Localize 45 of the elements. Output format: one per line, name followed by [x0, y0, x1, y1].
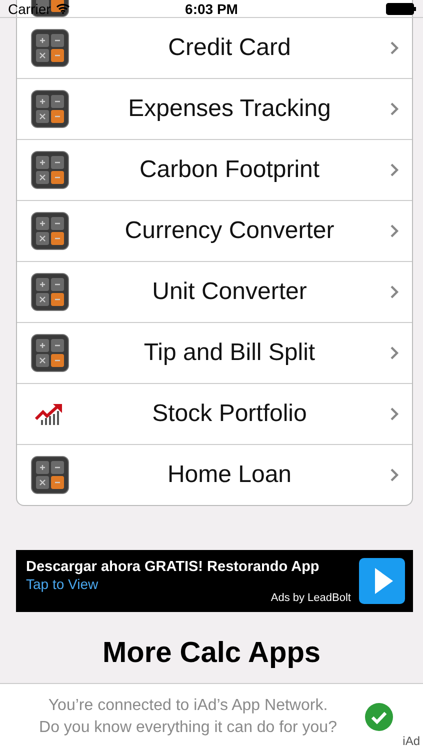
chevron-icon	[390, 41, 399, 55]
calculator-icon	[31, 273, 69, 311]
list-row[interactable]: Unit Converter	[17, 261, 412, 322]
row-label: Carbon Footprint	[138, 156, 321, 184]
list-row[interactable]: Tip and Bill Split	[17, 322, 412, 383]
status-time: 6:03 PM	[185, 0, 238, 16]
chevron-icon	[390, 468, 399, 482]
row-label: Expenses Tracking	[127, 95, 332, 123]
section-heading: More Calc Apps	[101, 637, 322, 670]
list-row[interactable]: Carbon Footprint	[17, 139, 412, 200]
calculator-icon	[31, 151, 69, 189]
row-label: Currency Converter	[124, 217, 336, 245]
check-icon	[364, 702, 394, 732]
chevron-icon	[390, 346, 399, 360]
chevron-icon	[390, 224, 399, 238]
chevron-icon	[390, 407, 399, 421]
calculator-icon	[31, 90, 69, 128]
play-icon[interactable]	[359, 558, 405, 604]
row-label: Tip and Bill Split	[142, 339, 316, 367]
wifi-icon	[56, 3, 70, 14]
list-row[interactable]: Currency Converter	[17, 200, 412, 261]
row-label: Unit Converter	[151, 278, 308, 306]
iad-banner[interactable]: You’re connected to iAd’s App Network. Do you know everything it can do for you? iAd	[0, 683, 423, 750]
row-label: Home Loan	[166, 461, 293, 489]
list-row[interactable]: Expenses Tracking	[17, 78, 412, 139]
row-label: Credit Card	[167, 34, 292, 62]
rising-chart-icon	[35, 402, 65, 426]
calculator-icon	[31, 456, 69, 494]
row-label: Stock Portfolio	[151, 400, 308, 428]
chevron-icon	[390, 102, 399, 116]
calculator-icon	[31, 334, 69, 372]
chevron-icon	[390, 285, 399, 299]
ad-banner[interactable]: Descargar ahora GRATIS! Restorando App Tap to View Ads by LeadBolt	[16, 550, 413, 612]
ad-credit: Ads by LeadBolt	[270, 592, 351, 604]
battery-icon	[386, 2, 416, 14]
calculator-icon	[31, 29, 69, 67]
list-row[interactable]: Home Loan	[17, 444, 412, 505]
iad-message: You’re connected to iAd’s App Network. Do you know everything it can do for you?	[38, 696, 338, 738]
chevron-icon	[390, 163, 399, 177]
ad-link[interactable]: Tap to View	[26, 576, 359, 592]
list-row[interactable]: Credit Card	[17, 17, 412, 78]
list-row[interactable]: Stock Portfolio	[17, 383, 412, 444]
ad-headline: Descargar ahora GRATIS! Restorando App	[26, 558, 320, 574]
iad-label: iAd	[402, 734, 420, 748]
calculator-icon	[31, 212, 69, 250]
